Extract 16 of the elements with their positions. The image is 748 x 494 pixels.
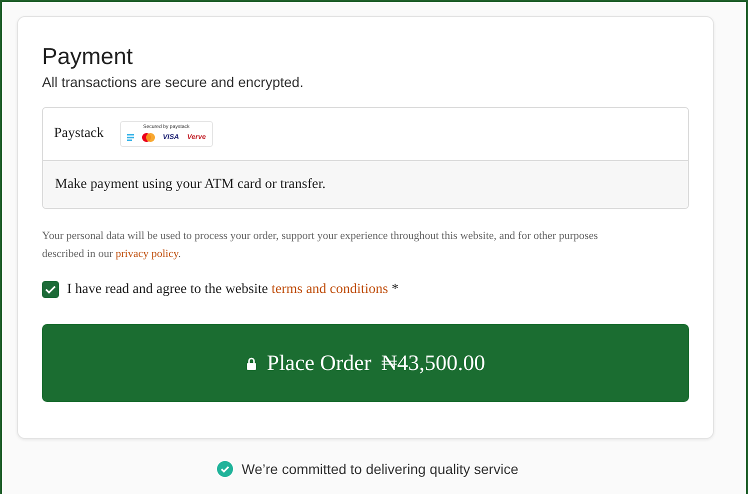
stripes-icon	[126, 134, 134, 141]
footer-text: We’re committed to delivering quality service	[242, 461, 518, 477]
method-description: Make payment using your ATM card or transfer.	[55, 176, 326, 192]
terms-checkbox[interactable]	[42, 281, 59, 298]
place-order-button[interactable]: Place Order ₦43,500.00	[42, 324, 689, 402]
terms-label: I have read and agree to the website terms and conditions *	[67, 282, 399, 298]
circles-icon	[142, 133, 155, 142]
terms-link[interactable]: terms and conditions	[271, 282, 388, 296]
checkmark-icon	[45, 285, 56, 294]
method-name: Paystack	[54, 126, 104, 142]
subtitle: All transactions are secure and encrypted.	[42, 74, 304, 90]
section-title: Payment	[42, 43, 134, 70]
lock-icon	[246, 356, 257, 370]
privacy-notice: Your personal data will be used to process your order, support your experience throughout this website, and for other purposes described in our privacy policy.	[42, 229, 599, 262]
check-circle-icon	[216, 461, 233, 477]
privacy-link[interactable]: privacy policy	[116, 248, 178, 260]
